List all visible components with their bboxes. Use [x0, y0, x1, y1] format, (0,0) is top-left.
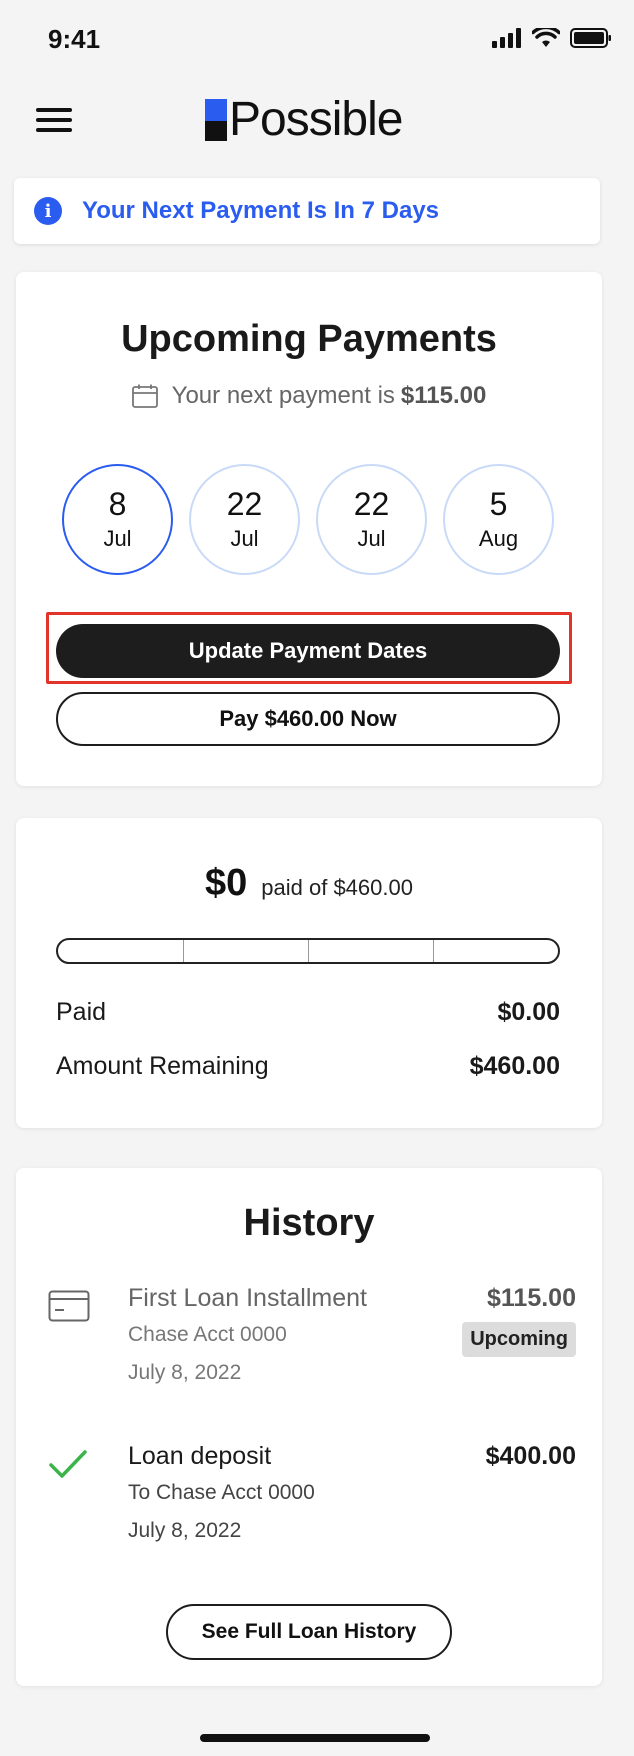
progress-segment-divider	[433, 940, 434, 962]
progress-segment-divider	[308, 940, 309, 962]
date-day: 22	[226, 485, 263, 522]
history-item-date: July 8, 2022	[128, 1519, 242, 1542]
payment-date-3[interactable]: 22 Jul	[316, 464, 427, 575]
history-item-date: July 8, 2022	[128, 1361, 242, 1384]
logo-text: Possible	[229, 93, 403, 146]
brand-logo: Possible	[205, 92, 403, 147]
paid-row: Paid $0.00	[56, 998, 560, 1027]
history-item-account: To Chase Acct 0000	[128, 1481, 315, 1504]
status-bar: 9:41	[0, 0, 634, 80]
date-month: Aug	[478, 526, 519, 552]
paid-of-total: paid of $460.00	[261, 875, 413, 900]
history-item-name: Loan deposit	[128, 1442, 272, 1470]
payment-progress-card: $0 paid of $460.00 Paid $0.00 Amount Rem…	[16, 818, 602, 1128]
paid-value: $0.00	[497, 998, 560, 1026]
info-icon: i	[34, 197, 62, 225]
history-item-amount: $400.00	[485, 1442, 576, 1470]
upcoming-payments-card: Upcoming Payments Your next payment is $…	[16, 272, 602, 786]
hamburger-menu-icon[interactable]	[34, 102, 74, 138]
remaining-row: Amount Remaining $460.00	[56, 1052, 560, 1081]
upcoming-title: Upcoming Payments	[121, 318, 497, 360]
date-month: Jul	[103, 526, 132, 552]
wifi-icon	[532, 28, 560, 47]
payment-date-4[interactable]: 5 Aug	[443, 464, 554, 575]
history-item-right: $115.00 Upcoming	[462, 1280, 576, 1357]
battery-icon	[570, 28, 611, 48]
date-month: Jul	[357, 526, 386, 552]
remaining-value: $460.00	[469, 1052, 560, 1080]
remaining-label: Amount Remaining	[56, 1052, 269, 1080]
history-item-amount: $115.00	[487, 1284, 576, 1312]
history-item-right: $400.00	[486, 1438, 576, 1474]
banner-text: Your Next Payment Is In 7 Days	[82, 197, 440, 224]
payment-date-2[interactable]: 22 Jul	[189, 464, 300, 575]
pay-now-button[interactable]: Pay $460.00 Now	[56, 692, 560, 746]
progress-segment-divider	[183, 940, 184, 962]
payment-progress-bar	[56, 938, 560, 964]
signal-icon	[492, 28, 521, 48]
next-payment-banner: i Your Next Payment Is In 7 Days	[14, 178, 600, 244]
status-badge: Upcoming	[462, 1322, 576, 1357]
history-item-account: Chase Acct 0000	[128, 1323, 287, 1346]
date-day: 22	[353, 485, 390, 522]
logo-mark-icon	[205, 98, 227, 141]
payment-dates: 8 Jul 22 Jul 22 Jul 5 Aug	[62, 464, 554, 575]
update-payment-dates-button[interactable]: Update Payment Dates	[56, 624, 560, 678]
credit-card-icon	[48, 1290, 90, 1322]
calendar-icon	[131, 384, 158, 408]
checkmark-icon	[49, 1450, 87, 1478]
status-time: 9:41	[48, 24, 101, 54]
status-icons	[492, 28, 612, 48]
see-full-loan-history-button[interactable]: See Full Loan History	[166, 1604, 452, 1660]
history-item-details: Loan deposit To Chase Acct 0000 July 8, …	[128, 1438, 315, 1550]
app-header: Possible	[0, 80, 634, 180]
history-card: History First Loan Installment Chase Acc…	[16, 1168, 602, 1686]
paid-summary: $0 paid of $460.00	[16, 862, 602, 905]
date-month: Jul	[230, 526, 259, 552]
payment-date-1[interactable]: 8 Jul	[62, 464, 173, 575]
history-item-name: First Loan Installment	[128, 1284, 367, 1312]
paid-label: Paid	[56, 998, 107, 1026]
next-payment-prefix: Your next payment is	[171, 382, 395, 409]
next-payment-line: Your next payment is $115.00	[16, 382, 602, 410]
paid-amount: $0	[205, 862, 248, 904]
history-title: History	[243, 1202, 375, 1244]
date-day: 5	[489, 485, 508, 522]
date-day: 8	[108, 485, 127, 522]
next-payment-amount: $115.00	[400, 382, 487, 409]
home-indicator[interactable]	[200, 1734, 430, 1742]
history-item-details: First Loan Installment Chase Acct 0000 J…	[128, 1280, 367, 1392]
